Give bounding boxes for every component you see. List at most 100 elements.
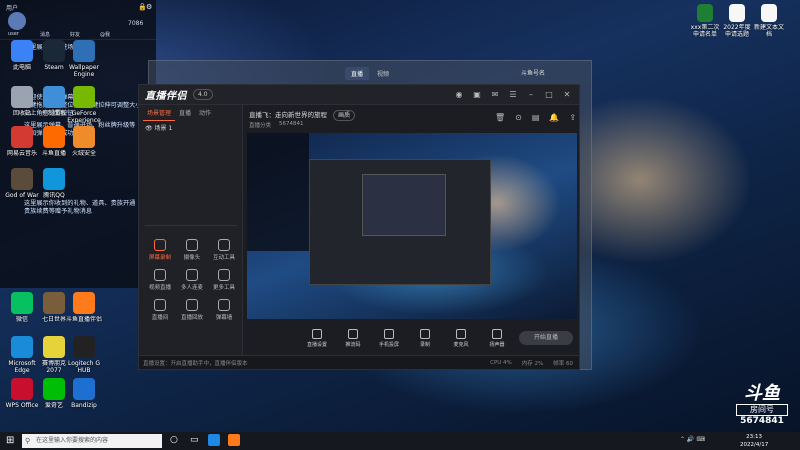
app-icon [43,292,65,314]
room-title-text[interactable]: 走向新世界的旅程 [275,111,327,119]
room-info: 直播分类 5674841 [249,121,304,129]
tool-label: 直播回放 [180,315,203,321]
desktop-shortcut[interactable]: 火绒安全 [64,126,104,164]
skin-icon[interactable]: ▣ [471,89,483,101]
control-button[interactable]: 直播设置 [303,328,331,348]
nested-window-inner [362,174,446,236]
stream-preview[interactable] [247,133,577,319]
cortana-icon[interactable]: ○ [170,435,178,445]
app-icon [43,126,65,148]
back-tab-video[interactable]: 视频 [371,67,395,80]
tool-button[interactable]: 直播间 [145,299,175,321]
tab-scene[interactable]: 场景管理 [143,105,176,121]
tool-icon [218,239,230,251]
tab-action[interactable]: 动作 [195,105,215,121]
control-button[interactable]: 麦克风 [447,328,475,348]
status-mem: 内存 2% [521,360,544,367]
status-cpu: CPU 4% [490,359,512,366]
desktop-shortcut[interactable]: 斗鱼直播伴侣 [64,292,104,330]
overlay-stat-friends: 好友 [70,32,81,38]
bell-icon[interactable]: 🔔 [549,113,559,122]
avatar-icon[interactable]: ◉ [453,89,465,101]
shortcut-label: Wallpaper Engine [68,64,99,78]
taskbar-search[interactable]: ⚲ 在这里输入你要搜索的内容 [22,434,162,448]
tool-button[interactable]: 更多工具 [209,269,239,291]
desktop-shortcut[interactable]: Logitech G HUB [64,336,104,374]
desktop-shortcut[interactable]: Bandizip [64,378,104,416]
room-id: 5674841 [279,121,304,127]
start-live-button[interactable]: 开始直播 [519,331,573,345]
desktop-shortcut[interactable]: 腾讯QQ [34,168,74,206]
clock-time: 23:13 [746,434,763,440]
room-title: 直播飞：走向新世界的旅程 画质 [249,109,356,121]
tab-live[interactable]: 直播 [175,105,195,121]
desktop-shortcut[interactable]: GeForce Experience [64,86,104,124]
file-label: xxx第二次申请名单 [690,24,720,38]
tool-button[interactable]: 互动工具 [209,239,239,261]
control-icon [384,328,394,339]
tool-label: 摄像头 [183,255,201,261]
room-category[interactable]: 直播分类 [249,121,271,129]
avatar [8,12,26,30]
desktop-file[interactable]: 新建文本文档 [754,4,784,38]
room-tag[interactable]: 画质 [333,110,356,121]
control-button[interactable]: 推流码 [339,328,367,348]
status-text: 直播设置：开启直播助手中，直播伴侣版本 [143,360,248,367]
lock-icon[interactable]: ⊙ [515,113,522,122]
nested-overlay [247,133,309,251]
tool-button[interactable]: 屏幕录制 [145,239,175,261]
livestream-companion-window[interactable]: 直播伴侣 4.0 ◉ ▣ ✉ ☰ – □ ✕ 场景管理 直播 动作 👁 场景 1… [138,84,580,370]
overlay-stat-user: user [8,31,19,37]
watermark-room-number: 5674841 [740,416,784,426]
version-badge[interactable]: 4.0 [193,89,213,100]
task-view-icon[interactable]: ▭ [190,435,199,445]
desktop-file[interactable]: xxx第二次申请名单 [690,4,720,38]
control-button[interactable]: 扬声器 [483,328,511,348]
app-icon [11,168,33,190]
control-button[interactable]: 手机投屏 [375,328,403,348]
close-icon[interactable]: ✕ [561,89,573,101]
tool-button[interactable]: 弹幕墙 [209,299,239,321]
overlay-viewer-count: 7086 [128,20,144,27]
tool-icon [154,299,166,311]
app-icon [43,168,65,190]
overlay-stat-at: @我 [100,32,111,38]
taskbar-app-icon[interactable] [228,434,240,446]
tool-button[interactable]: 直播回放 [177,299,207,321]
desktop-shortcut[interactable]: Wallpaper Engine [64,40,104,78]
taskbar-app-icon[interactable] [208,434,220,446]
desktop-file[interactable]: 2022年度申请选题 [722,4,752,38]
control-icon [420,328,430,339]
app-icon [11,86,33,108]
file-label: 2022年度申请选题 [723,24,751,38]
app-icon [43,40,65,62]
app-icon [11,126,33,148]
scene-item-label: 场景 1 [154,125,173,132]
control-button[interactable]: 录制 [411,328,439,348]
back-tab-live[interactable]: 直播 [345,67,370,80]
message-icon[interactable]: ✉ [489,89,501,101]
tool-icon [154,269,166,281]
control-label: 录制 [419,341,430,348]
minimize-icon[interactable]: – [525,89,537,101]
control-label: 扬声器 [489,341,505,348]
overlay-user-label: 用户 [6,5,19,12]
delete-icon[interactable]: 🗑 [495,113,505,122]
windows-start-icon[interactable]: ⊞ [6,435,14,446]
tool-icon [154,239,166,251]
tray-icons[interactable]: ⌃ 🔊 ⌨ [680,436,705,443]
control-icon [456,328,466,339]
eye-icon[interactable]: 👁 [145,125,153,132]
menu-icon[interactable]: ☰ [507,89,519,101]
control-label: 直播设置 [306,341,327,348]
share-icon[interactable]: ⇪ [569,113,576,122]
status-fps: 帧率 60 [553,360,573,367]
clock[interactable]: 23:13 2022/4/17 [740,433,768,449]
maximize-icon[interactable]: □ [543,89,555,101]
layer-icon[interactable]: ▤ [532,113,540,122]
settings-icon[interactable]: ⚙ [146,3,152,11]
tool-button[interactable]: 视频直播 [145,269,175,291]
tool-button[interactable]: 摄像头 [177,239,207,261]
tool-button[interactable]: 多人连麦 [177,269,207,291]
scene-item[interactable]: 👁 场景 1 [145,123,172,132]
